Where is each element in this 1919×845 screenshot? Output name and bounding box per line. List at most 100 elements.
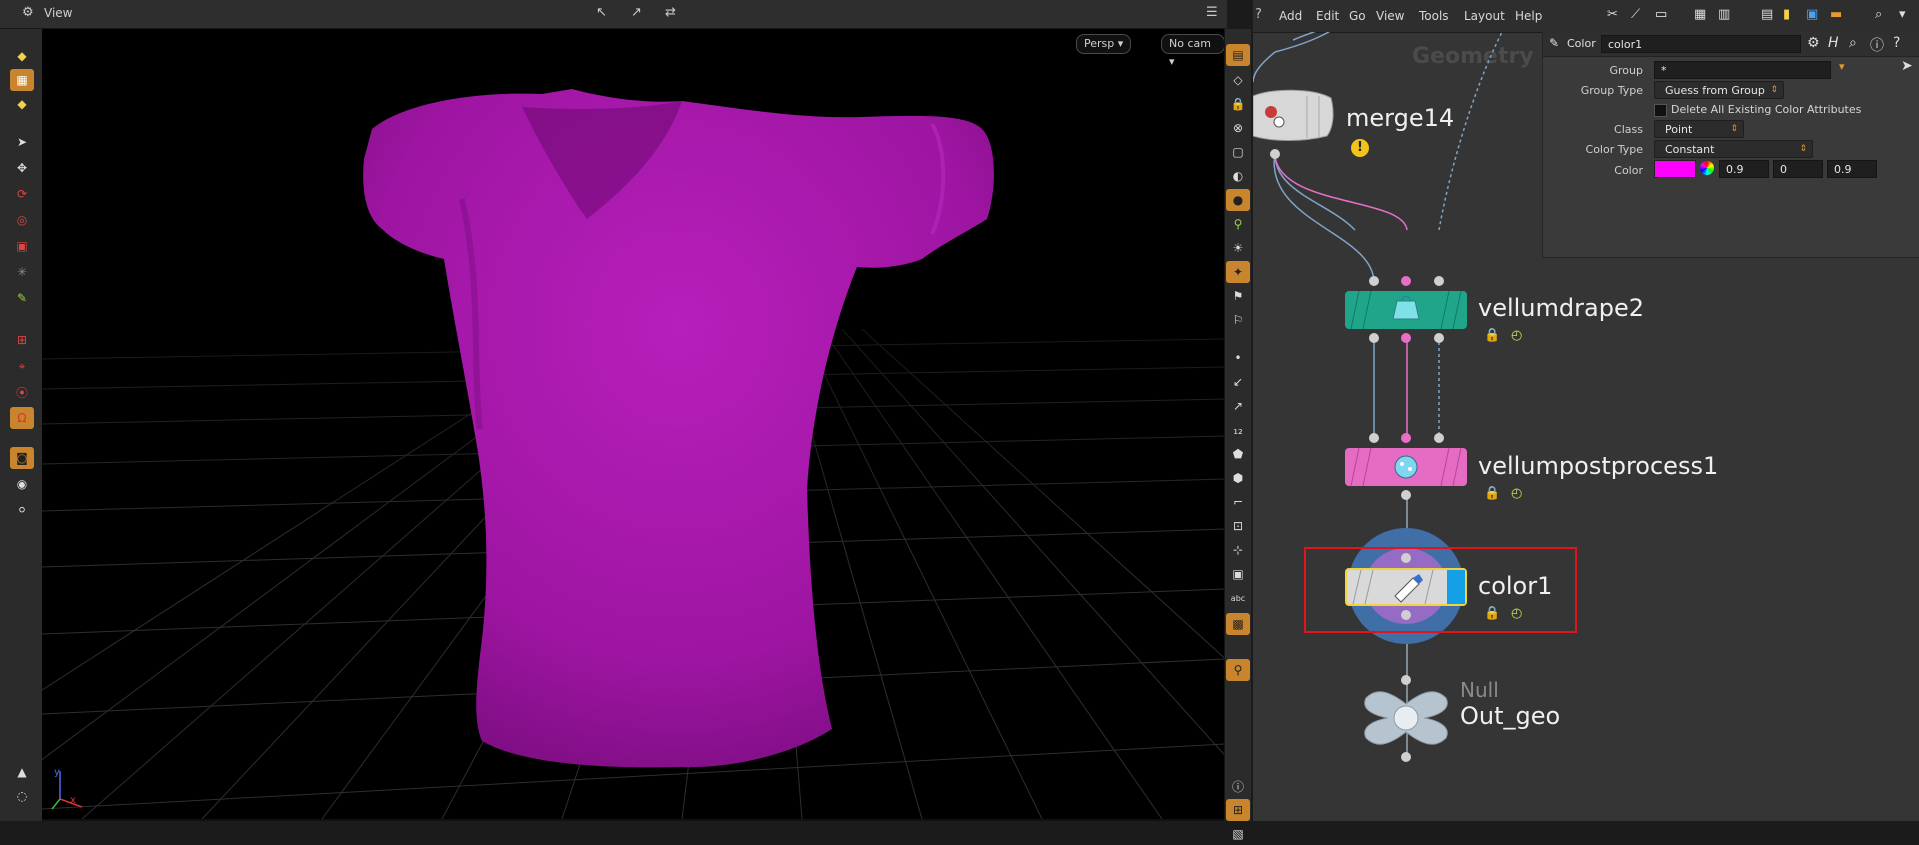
node-out-geo[interactable] [1362,688,1450,748]
headlight-icon[interactable]: ● [1226,189,1250,211]
tools-icon[interactable]: ✂ [1607,7,1618,22]
pin-icon[interactable]: ⚲ [1226,659,1250,681]
snap-curve-icon[interactable]: ⦿ [10,381,34,403]
network-menu-icon[interactable]: ▾ [1899,7,1906,22]
viewport-3d[interactable]: x y Persp ▾ No cam ▾ [42,29,1225,819]
select-group-icon[interactable]: ◆ [10,93,34,115]
template-icon[interactable]: ⚑ [1226,285,1250,307]
network-box-icon[interactable]: ▤ [1761,7,1773,22]
snap-grid-icon[interactable]: ⊞ [10,329,34,351]
xray-icon[interactable]: ✦ [1226,261,1250,283]
warning-icon[interactable]: ! [1351,139,1369,157]
view-tool-icon[interactable]: ◉ [10,473,34,495]
hull-display-icon[interactable]: ⬢ [1226,467,1250,489]
pane-help-icon[interactable]: ? [1255,7,1262,22]
param-search-icon[interactable]: ⌕ [1849,35,1857,51]
render-icon[interactable]: ▲ [10,761,34,783]
wire-icon[interactable]: ⟋ [1631,7,1640,22]
snap-magnet-icon[interactable]: Ω [10,407,34,429]
shadow-icon[interactable]: ☀ [1226,237,1250,259]
node-vellumdrape2[interactable] [1345,290,1467,330]
color-swatch[interactable] [1654,160,1696,178]
drape-input-3[interactable] [1434,276,1444,286]
null-output[interactable] [1401,752,1411,762]
vector-display-icon[interactable]: ↗ [1226,395,1250,417]
select-mode-icon[interactable]: ▦ [10,69,34,91]
handle-display-icon[interactable]: ⊹ [1226,539,1250,561]
search-icon[interactable]: ⌕ [1875,7,1882,22]
info-icon[interactable]: ⓘ [1226,775,1250,797]
uv-display-icon[interactable]: ⌐ [1226,491,1250,513]
camera-icon[interactable]: ◙ [10,447,34,469]
menu-view[interactable]: View [1376,9,1404,23]
menu-edit[interactable]: Edit [1316,9,1339,23]
move-icon[interactable]: ✥ [10,157,34,179]
menu-go[interactable]: Go [1349,9,1366,23]
node-vellumpostprocess1[interactable] [1345,447,1467,487]
drape-output-2[interactable] [1401,333,1411,343]
drape-output-3[interactable] [1434,333,1444,343]
post-input-1[interactable] [1369,433,1379,443]
lock-icon[interactable]: 🔒 [1226,93,1250,115]
param-info-icon[interactable]: ⓘ [1870,35,1884,55]
display-mode-icon[interactable]: ▤ [1226,44,1250,66]
grid-icon[interactable]: ▦ [1694,7,1706,22]
color-type-dropdown[interactable]: Constant ⇕ [1654,140,1813,158]
post-input-3[interactable] [1434,433,1444,443]
snap-point-icon[interactable]: ⌖ [10,355,34,377]
note-icon[interactable]: ▮ [1783,7,1790,22]
camera-menu-button[interactable]: No cam ▾ [1161,34,1225,68]
drape-lock-icon[interactable]: 🔒 [1484,328,1500,343]
color-b-field[interactable]: 0.9 [1827,160,1877,178]
normal-display-icon[interactable]: ↙ [1226,371,1250,393]
group-type-dropdown[interactable]: Guess from Group ⇕ [1654,81,1784,99]
drape-input-1[interactable] [1369,276,1379,286]
point-display-icon[interactable]: • [1226,347,1250,369]
gear-icon[interactable]: ⚙ [1807,35,1820,51]
number-display-icon[interactable]: ₁₂ [1226,419,1250,441]
snapshot-icon[interactable]: ▩ [1226,613,1250,635]
select-arrow-icon[interactable]: ➤ [1901,58,1913,74]
bbox-display-icon[interactable]: ▣ [1226,563,1250,585]
menu-layout[interactable]: Layout [1464,9,1505,23]
post-clock-icon[interactable]: ◴ [1511,486,1522,501]
color-r-field[interactable]: 0.9 [1719,160,1769,178]
color-wheel-icon[interactable] [1700,161,1714,175]
drape-clock-icon[interactable]: ◴ [1511,328,1522,343]
paint-icon[interactable]: ✎ [10,287,34,309]
light-icon[interactable]: ⚪ [10,499,34,521]
ghost-icon[interactable]: ◇ [1226,69,1250,91]
image-icon[interactable]: ▣ [1806,7,1818,22]
group-dropdown-icon[interactable]: ▾ [1839,60,1845,73]
post-input-2[interactable] [1401,433,1411,443]
close-view-icon[interactable]: ⊗ [1226,117,1250,139]
bg-icon[interactable]: ▢ [1226,141,1250,163]
display-icon[interactable]: ◌ [10,785,34,807]
select-shape-icon[interactable]: ◆ [10,45,34,67]
handle-icon[interactable]: ▣ [10,235,34,257]
param-help-icon[interactable]: ? [1893,35,1900,51]
persp-menu-button[interactable]: Persp ▾ [1076,34,1132,54]
frame-display-icon[interactable]: ⊡ [1226,515,1250,537]
houdini-help-icon[interactable]: H [1828,35,1839,51]
post-lock-icon[interactable]: 🔒 [1484,486,1500,501]
sticky-note-icon[interactable]: ▭ [1655,7,1667,22]
shading-icon[interactable]: ◐ [1226,165,1250,187]
color-g-field[interactable]: 0 [1773,160,1823,178]
prim-display-icon[interactable]: ⬟ [1226,443,1250,465]
drape-input-2[interactable] [1401,276,1411,286]
text-display-icon[interactable]: abc [1226,587,1250,609]
menu-add[interactable]: Add [1279,9,1302,23]
pose-icon[interactable]: ✳ [10,261,34,283]
node-merge14[interactable] [1252,84,1335,144]
drape-output-1[interactable] [1369,333,1379,343]
viewport-pane-icon[interactable]: ⚙ [22,5,34,20]
select-arrow-icon[interactable]: ➤ [10,131,34,153]
layout-icon[interactable]: ⊞ [1226,799,1250,821]
post-output[interactable] [1401,490,1411,500]
select-tool-icon[interactable]: ↖ [596,5,607,20]
merge14-output-port[interactable] [1270,149,1280,159]
handle-tool-icon[interactable]: ⇄ [665,5,676,20]
screenshot-icon[interactable]: ▧ [1226,823,1250,845]
rotate-icon[interactable]: ⟳ [10,183,34,205]
